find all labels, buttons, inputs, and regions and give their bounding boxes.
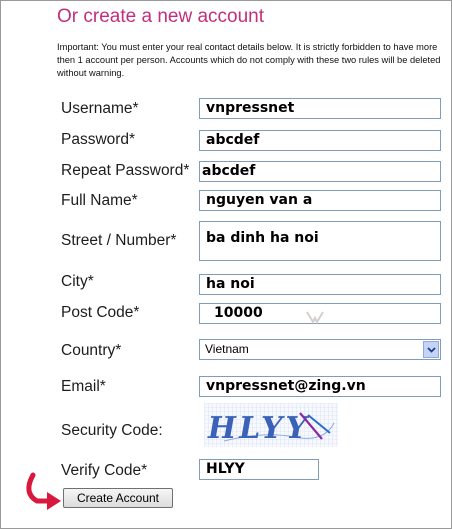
repeat-password-input[interactable]: abcdef	[199, 161, 441, 182]
username-label: Username*	[61, 100, 139, 117]
verify-code-label: Verify Code*	[61, 462, 148, 479]
repeat-password-label: Repeat Password*	[61, 162, 190, 179]
security-code-label: Security Code:	[61, 422, 163, 439]
svg-text:HLYY: HLYY	[204, 411, 312, 446]
captcha-image: HLYY	[204, 403, 338, 447]
country-select[interactable]: Vietnam	[199, 339, 441, 360]
street-input[interactable]: ba dinh ha noi	[199, 221, 441, 261]
password-label: Password*	[61, 131, 136, 148]
country-label: Country*	[61, 342, 122, 359]
email-input[interactable]: vnpressnet@zing.vn	[199, 376, 441, 397]
username-input[interactable]: vnpressnet	[199, 98, 441, 119]
verify-code-input[interactable]: HLYY	[199, 459, 319, 480]
watermark-logo-icon	[306, 311, 324, 324]
city-input[interactable]: ha noi	[199, 274, 441, 295]
post-code-label: Post Code*	[61, 304, 140, 321]
city-label: City*	[61, 273, 94, 290]
page-title: Or create a new account	[57, 6, 264, 27]
pointer-arrow-icon	[26, 472, 61, 510]
full-name-input[interactable]: nguyen van a	[199, 190, 441, 211]
registration-panel: Or create a new account Important: You m…	[0, 0, 452, 529]
account-rules-notice: Important: You must enter your real cont…	[57, 42, 441, 78]
password-input[interactable]: abcdef	[199, 130, 441, 151]
email-label: Email*	[61, 378, 106, 395]
create-account-button[interactable]: Create Account	[63, 488, 173, 508]
chevron-down-icon[interactable]	[423, 341, 439, 358]
full-name-label: Full Name*	[61, 192, 138, 209]
street-label: Street / Number*	[61, 232, 177, 249]
country-selected-value: Vietnam	[205, 342, 249, 356]
